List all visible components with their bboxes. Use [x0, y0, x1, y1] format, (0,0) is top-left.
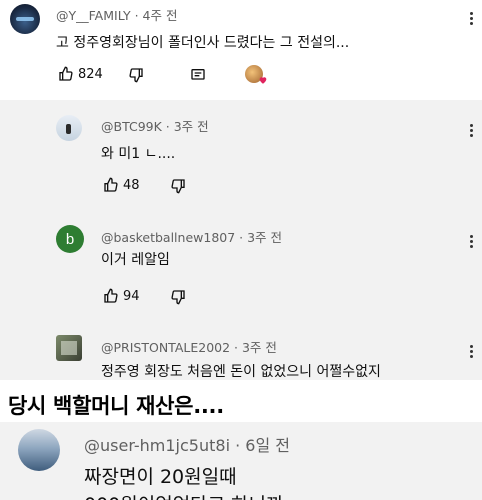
- comment-author[interactable]: @BTC99K · 3주 전: [101, 116, 209, 135]
- like-count: 48: [123, 177, 140, 193]
- heart-icon: [259, 77, 267, 84]
- more-options-icon[interactable]: [461, 8, 481, 28]
- avatar[interactable]: [18, 429, 60, 471]
- like-button[interactable]: 824: [58, 66, 103, 82]
- comment-author[interactable]: @user-hm1jc5ut8i · 6일 전: [84, 432, 290, 456]
- like-button[interactable]: 48: [103, 177, 140, 193]
- comment-text: 짜장면이 20원일때: [84, 466, 237, 488]
- more-options-icon[interactable]: [461, 231, 481, 251]
- comment-author[interactable]: @PRISTONTALE2002 · 3주 전: [101, 337, 277, 356]
- dislike-button[interactable]: [170, 289, 186, 305]
- comment-text: 와 미1 ㄴ....: [101, 146, 176, 162]
- reply-button[interactable]: [190, 67, 206, 83]
- more-options-icon[interactable]: [461, 341, 481, 361]
- top-comment: @Y__FAMILY · 4주 전 고 정주영회장님이 폴더인사 드렸다는 그 …: [0, 0, 482, 100]
- comment-text: 이거 레알임: [101, 252, 170, 268]
- dislike-button[interactable]: [170, 178, 186, 194]
- avatar[interactable]: [56, 335, 82, 361]
- dislike-button[interactable]: [128, 67, 144, 83]
- comment-author[interactable]: @Y__FAMILY · 4주 전: [56, 5, 178, 24]
- avatar[interactable]: b: [56, 225, 84, 253]
- dislike-icon: [171, 179, 185, 194]
- like-icon: [59, 66, 73, 81]
- avatar[interactable]: [56, 115, 82, 141]
- replies-section: @BTC99K · 3주 전 와 미1 ㄴ.... 48 b @basketba…: [0, 100, 482, 380]
- like-count: 94: [123, 288, 140, 304]
- like-icon: [104, 288, 118, 303]
- more-options-icon[interactable]: [461, 120, 481, 140]
- dislike-icon: [129, 68, 143, 83]
- like-button[interactable]: 94: [103, 288, 140, 304]
- overlay-caption: 당시 백할머니 재산은....: [8, 394, 224, 418]
- comment-text-partial: 000원이었었다고 하니까: [84, 490, 284, 500]
- dislike-icon: [171, 290, 185, 305]
- comment-text: 정주영 회장도 처음엔 돈이 없었으니 어쩔수없지: [101, 364, 381, 380]
- avatar[interactable]: [10, 4, 40, 34]
- like-icon: [104, 177, 118, 192]
- bottom-comment: @user-hm1jc5ut8i · 6일 전 짜장면이 20원일때 000원이…: [0, 422, 482, 500]
- reply-icon: [191, 69, 205, 80]
- comment-text: 고 정주영회장님이 폴더인사 드렸다는 그 전설의...: [56, 35, 350, 51]
- like-count: 824: [78, 66, 103, 82]
- avatar-letter: b: [65, 230, 75, 248]
- comment-author[interactable]: @basketballnew1807 · 3주 전: [101, 227, 282, 246]
